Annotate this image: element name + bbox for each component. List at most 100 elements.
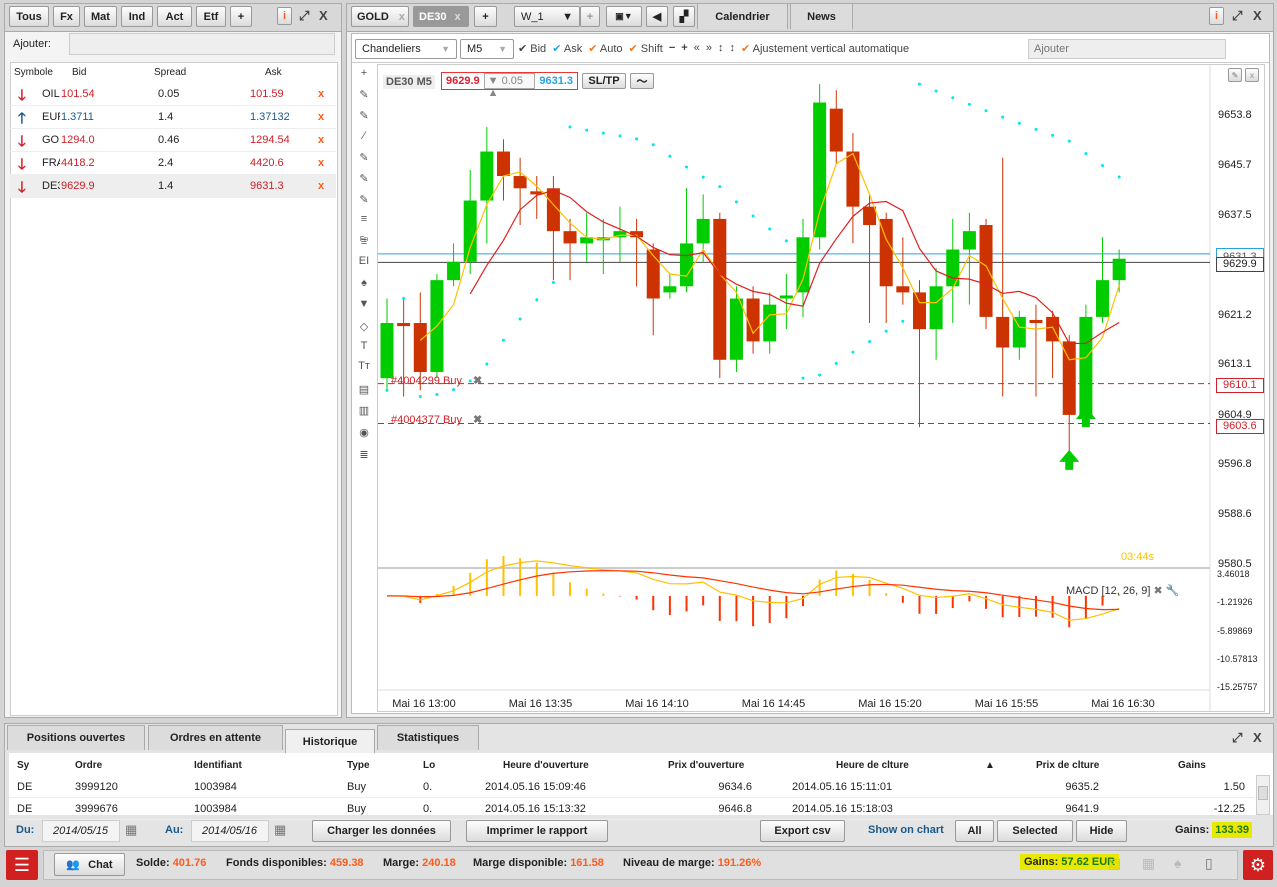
ask-price[interactable]: 9631.3 (535, 73, 577, 89)
close-order-icon[interactable]: ✖ (473, 414, 482, 426)
pencil-tool-icon[interactable]: ✎ (356, 151, 372, 164)
close-icon[interactable]: X (319, 8, 328, 23)
candle-bullish[interactable] (447, 261, 461, 281)
shape-tool-icon[interactable]: ◇ (356, 320, 372, 333)
ask[interactable]: 1.37132 (250, 111, 290, 123)
col-header[interactable]: Lo (423, 760, 435, 771)
candle-bullish[interactable] (1096, 280, 1110, 317)
candle-bullish[interactable] (680, 243, 694, 287)
add-indicator-input[interactable] (1028, 39, 1226, 59)
edit-icon[interactable]: ✎ (1228, 68, 1242, 82)
wrench-icon[interactable]: 🔧 (1166, 585, 1180, 597)
layout-grid-icon[interactable]: ▤ (1108, 855, 1121, 872)
workspace-select[interactable]: W_1 ▼ (514, 6, 580, 27)
candle-bearish[interactable] (713, 218, 727, 360)
show-all-button[interactable]: All (955, 820, 994, 842)
tab-mat[interactable]: Mat (84, 6, 117, 27)
candle-bullish[interactable] (929, 286, 943, 330)
maximize-icon[interactable]: ⤢ (1232, 730, 1242, 746)
candle-bullish[interactable] (480, 151, 494, 201)
watchlist-row[interactable]: 🡓 DE309629.9 1.4 9631.3 x (10, 175, 336, 198)
scrollbar-thumb[interactable] (1258, 786, 1268, 800)
col-header[interactable]: Prix d'ouverture (668, 760, 744, 771)
candle-bullish[interactable] (696, 218, 710, 244)
bid[interactable]: 101.54 (61, 88, 95, 100)
load-data-button[interactable]: Charger les données (312, 820, 451, 842)
close-icon[interactable]: x (1245, 68, 1259, 82)
tab-ordres-en-attente[interactable]: Ordres en attente (148, 725, 283, 750)
candle-bearish[interactable] (397, 323, 411, 327)
tab-etf[interactable]: Etf (196, 6, 226, 27)
show-selected-button[interactable]: Selected (997, 820, 1073, 842)
bid-toggle[interactable]: ✔ Bid (518, 42, 546, 55)
ask-toggle[interactable]: ✔ Ask (552, 42, 582, 55)
text-tool-icon[interactable]: T (356, 340, 372, 352)
tab-historique[interactable]: Historique (285, 729, 375, 753)
tab-act[interactable]: Act (157, 6, 192, 27)
scroll-back-button[interactable]: « (694, 42, 700, 55)
table-row[interactable]: DE 3999676 1003984 Buy 0. 2014.05.16 15:13:32… (9, 798, 1254, 820)
candle-bearish[interactable] (563, 231, 577, 244)
candle-bullish[interactable] (463, 200, 477, 262)
remove-icon[interactable]: x (318, 157, 324, 169)
col-header[interactable]: Gains (1178, 760, 1206, 771)
calendar-icon[interactable]: ▯ (1205, 855, 1213, 872)
candle-bullish[interactable] (962, 231, 976, 250)
hide-button[interactable]: Hide (1076, 820, 1127, 842)
close-order-icon[interactable]: ✖ (473, 375, 482, 387)
calendar-icon[interactable]: ▦ (125, 822, 137, 838)
info-icon[interactable]: i (277, 7, 292, 25)
col-header[interactable]: Type (347, 760, 370, 771)
candle-bullish[interactable] (813, 102, 827, 238)
candle-bearish[interactable] (1029, 319, 1043, 324)
col-bid[interactable]: Bid (72, 67, 86, 78)
col-header[interactable]: Sy (17, 760, 29, 771)
zoom-in-button[interactable]: + (681, 42, 687, 55)
crosshair-tool-icon[interactable]: + (356, 67, 372, 79)
layout-list-icon[interactable]: ▦ (1142, 855, 1155, 872)
auto-toggle[interactable]: ✔ Auto (588, 42, 622, 55)
shift-toggle[interactable]: ✔ Shift (629, 42, 663, 55)
candle-bullish[interactable] (663, 286, 677, 293)
elliott-tool-icon[interactable]: EI (356, 255, 372, 267)
bid[interactable]: 9629.9 (61, 180, 95, 192)
tab-positions-ouvertes[interactable]: Positions ouvertes (7, 725, 145, 750)
candle-bearish[interactable] (912, 292, 926, 330)
close-icon[interactable]: ✖ (1153, 585, 1162, 597)
pencil-tool-icon[interactable]: ✎ (356, 172, 372, 185)
add-tab-button[interactable]: + (230, 6, 252, 27)
table-scrollbar[interactable] (1256, 775, 1270, 815)
add-symbol-input[interactable] (69, 33, 335, 55)
col-header[interactable]: Identifiant (194, 760, 242, 771)
table-row[interactable]: DE 3999120 1003984 Buy 0. 2014.05.16 15:09:46… (9, 776, 1254, 798)
tab-news[interactable]: News (790, 3, 853, 29)
tab-close-icon[interactable]: x (399, 11, 405, 23)
candle-bearish[interactable] (496, 151, 510, 177)
chart-type-select[interactable]: Chandeliers ▼ (355, 39, 457, 59)
candle-bullish[interactable] (946, 249, 960, 287)
candle-bullish[interactable] (1112, 258, 1126, 281)
candle-bearish[interactable] (829, 108, 843, 152)
watchlist-row[interactable]: 🡓FRA4418.22.44420.6x (10, 152, 336, 175)
tab-gold[interactable]: GOLD x (351, 6, 409, 27)
print-report-button[interactable]: Imprimer le rapport (466, 820, 608, 842)
bid[interactable]: 1294.0 (61, 134, 95, 146)
indicator-icon[interactable]: 〜 (630, 73, 654, 89)
menu-button[interactable]: ☰ (6, 850, 38, 880)
candle-bearish[interactable] (979, 225, 993, 317)
candle-bearish[interactable] (879, 218, 893, 287)
close-icon[interactable]: X (1253, 730, 1262, 745)
back-arrow-icon[interactable]: ◀ (646, 6, 668, 27)
close-icon[interactable]: X (1253, 8, 1262, 23)
auto-fit-toggle[interactable]: ✔ Ajustement vertical automatique (741, 42, 909, 55)
col-header[interactable]: Prix de clture (1036, 760, 1099, 771)
col-symbole[interactable]: Symbole (14, 67, 53, 78)
settings-button[interactable]: ⚙ (1243, 850, 1273, 880)
export-csv-button[interactable]: Export csv (760, 820, 845, 842)
candle-bearish[interactable] (513, 176, 527, 189)
price-chart[interactable] (378, 65, 1264, 711)
to-date-input[interactable]: 2014/05/16 (191, 820, 269, 842)
tab-de30[interactable]: DE30 x (413, 6, 469, 27)
ask[interactable]: 4420.6 (250, 157, 284, 169)
ray-tool-icon[interactable]: ⁄ (356, 130, 372, 142)
